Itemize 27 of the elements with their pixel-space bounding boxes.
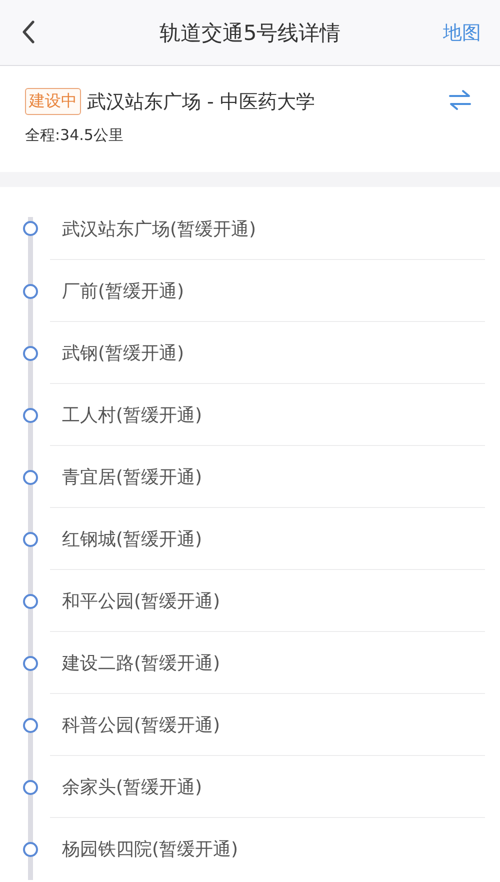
- station-name[interactable]: 红钢城(暂缓开通): [62, 527, 202, 551]
- station-dot: [23, 842, 38, 856]
- station-name[interactable]: 余家头(暂缓开通): [62, 775, 202, 799]
- station-dot: [23, 221, 38, 236]
- station-dot: [23, 470, 38, 484]
- station-name[interactable]: 和平公园(暂缓开通): [62, 589, 220, 613]
- station-dot: [23, 408, 38, 422]
- station-name[interactable]: 杨园铁四院(暂缓开通): [62, 837, 238, 861]
- station-name[interactable]: 建设二路(暂缓开通): [62, 651, 220, 675]
- station-name[interactable]: 武汉站东广场(暂缓开通): [62, 216, 256, 240]
- station-name[interactable]: 工人村(暂缓开通): [62, 403, 202, 427]
- station-dot: [23, 346, 38, 360]
- station-dot: [23, 656, 38, 670]
- station-name[interactable]: 青宜居(暂缓开通): [62, 465, 202, 489]
- station-dot: [23, 718, 38, 732]
- station-name[interactable]: 厂前(暂缓开通): [62, 279, 184, 303]
- station-name[interactable]: 武钢(暂缓开通): [62, 341, 184, 365]
- station-dot: [23, 532, 38, 546]
- station-name[interactable]: 科普公园(暂缓开通): [62, 713, 220, 737]
- station-dot: [23, 594, 38, 608]
- total-distance: 全程:34.5公里: [25, 126, 124, 145]
- page-title: 轨道交通5号线详情: [159, 20, 341, 46]
- status-badge: 建设中: [25, 88, 81, 115]
- station-dot: [23, 780, 38, 794]
- route-name: 武汉站东广场 - 中医药大学: [87, 90, 315, 114]
- station-dot: [23, 284, 38, 298]
- back-icon: [21, 20, 35, 44]
